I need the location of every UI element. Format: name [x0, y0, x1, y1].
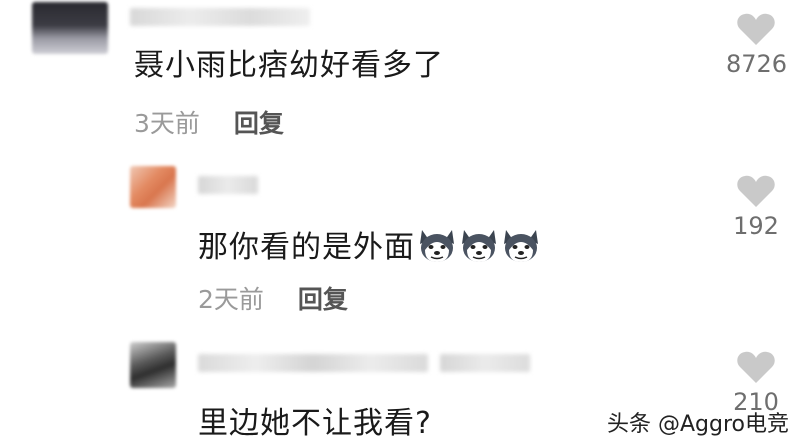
comment-meta: 3天前 回复: [134, 104, 284, 140]
comment-text: 那你看的是外面: [198, 222, 541, 272]
comment-time: 3天前: [134, 109, 200, 138]
like-count: 192: [733, 212, 779, 240]
comment-text: 里边她不让我看?: [198, 406, 432, 441]
comment-text-content: 那你看的是外面: [198, 230, 415, 265]
avatar[interactable]: [130, 166, 176, 208]
reply-button[interactable]: 回复: [234, 109, 284, 138]
username-blurred[interactable]: [198, 176, 258, 194]
avatar[interactable]: [32, 2, 108, 54]
heart-icon: [737, 13, 775, 45]
husky-dog-emoji: [459, 226, 499, 272]
like-count: 8726: [726, 50, 788, 78]
username-blurred[interactable]: [130, 8, 310, 26]
reply-target-blurred[interactable]: [440, 354, 530, 372]
heart-icon: [737, 351, 775, 383]
heart-icon: [737, 175, 775, 207]
username-blurred[interactable]: [198, 354, 428, 372]
husky-dog-emoji: [417, 226, 457, 272]
like-button[interactable]: 192: [726, 174, 786, 240]
reply-button[interactable]: 回复: [298, 285, 348, 314]
avatar[interactable]: [130, 342, 176, 388]
comment-time: 2天前: [198, 285, 264, 314]
comment-text: 聂小雨比痞幼好看多了: [134, 48, 444, 83]
like-button[interactable]: 8726: [726, 12, 788, 78]
watermark: 头条 @Aggro电竞: [607, 412, 789, 437]
husky-dog-emoji: [501, 226, 541, 272]
comment-item: 那你看的是外面 2天前 回复 192: [0, 160, 803, 330]
comment-item: 聂小雨比痞幼好看多了 3天前 回复 8726: [0, 0, 803, 150]
comment-meta: 2天前 回复: [198, 280, 348, 316]
